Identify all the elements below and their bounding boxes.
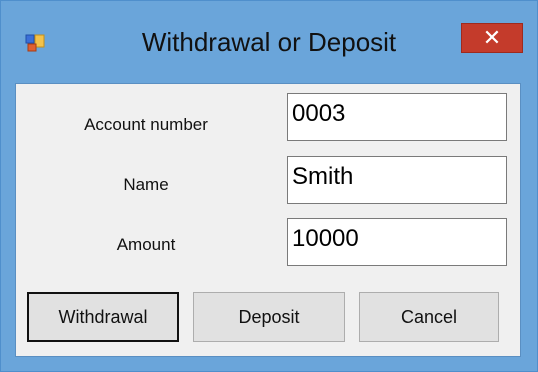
deposit-button[interactable]: Deposit [193,292,345,342]
account-number-field[interactable]: 0003 [287,93,507,141]
account-number-label: Account number [84,115,208,134]
withdrawal-button[interactable]: Withdrawal [27,292,179,342]
name-field[interactable]: Smith [287,156,507,204]
amount-label: Amount [116,235,176,254]
name-label: Name [123,175,169,194]
cancel-button[interactable]: Cancel [359,292,499,342]
dialog-window: Withdrawal or Deposit ✕ Account number 0… [0,0,538,372]
amount-field[interactable]: 10000 [287,218,507,266]
window-title: Withdrawal or Deposit [141,27,397,57]
close-button[interactable]: ✕ [461,23,523,53]
close-icon: ✕ [482,25,502,50]
title-bar[interactable]: Withdrawal or Deposit ✕ [1,1,537,83]
